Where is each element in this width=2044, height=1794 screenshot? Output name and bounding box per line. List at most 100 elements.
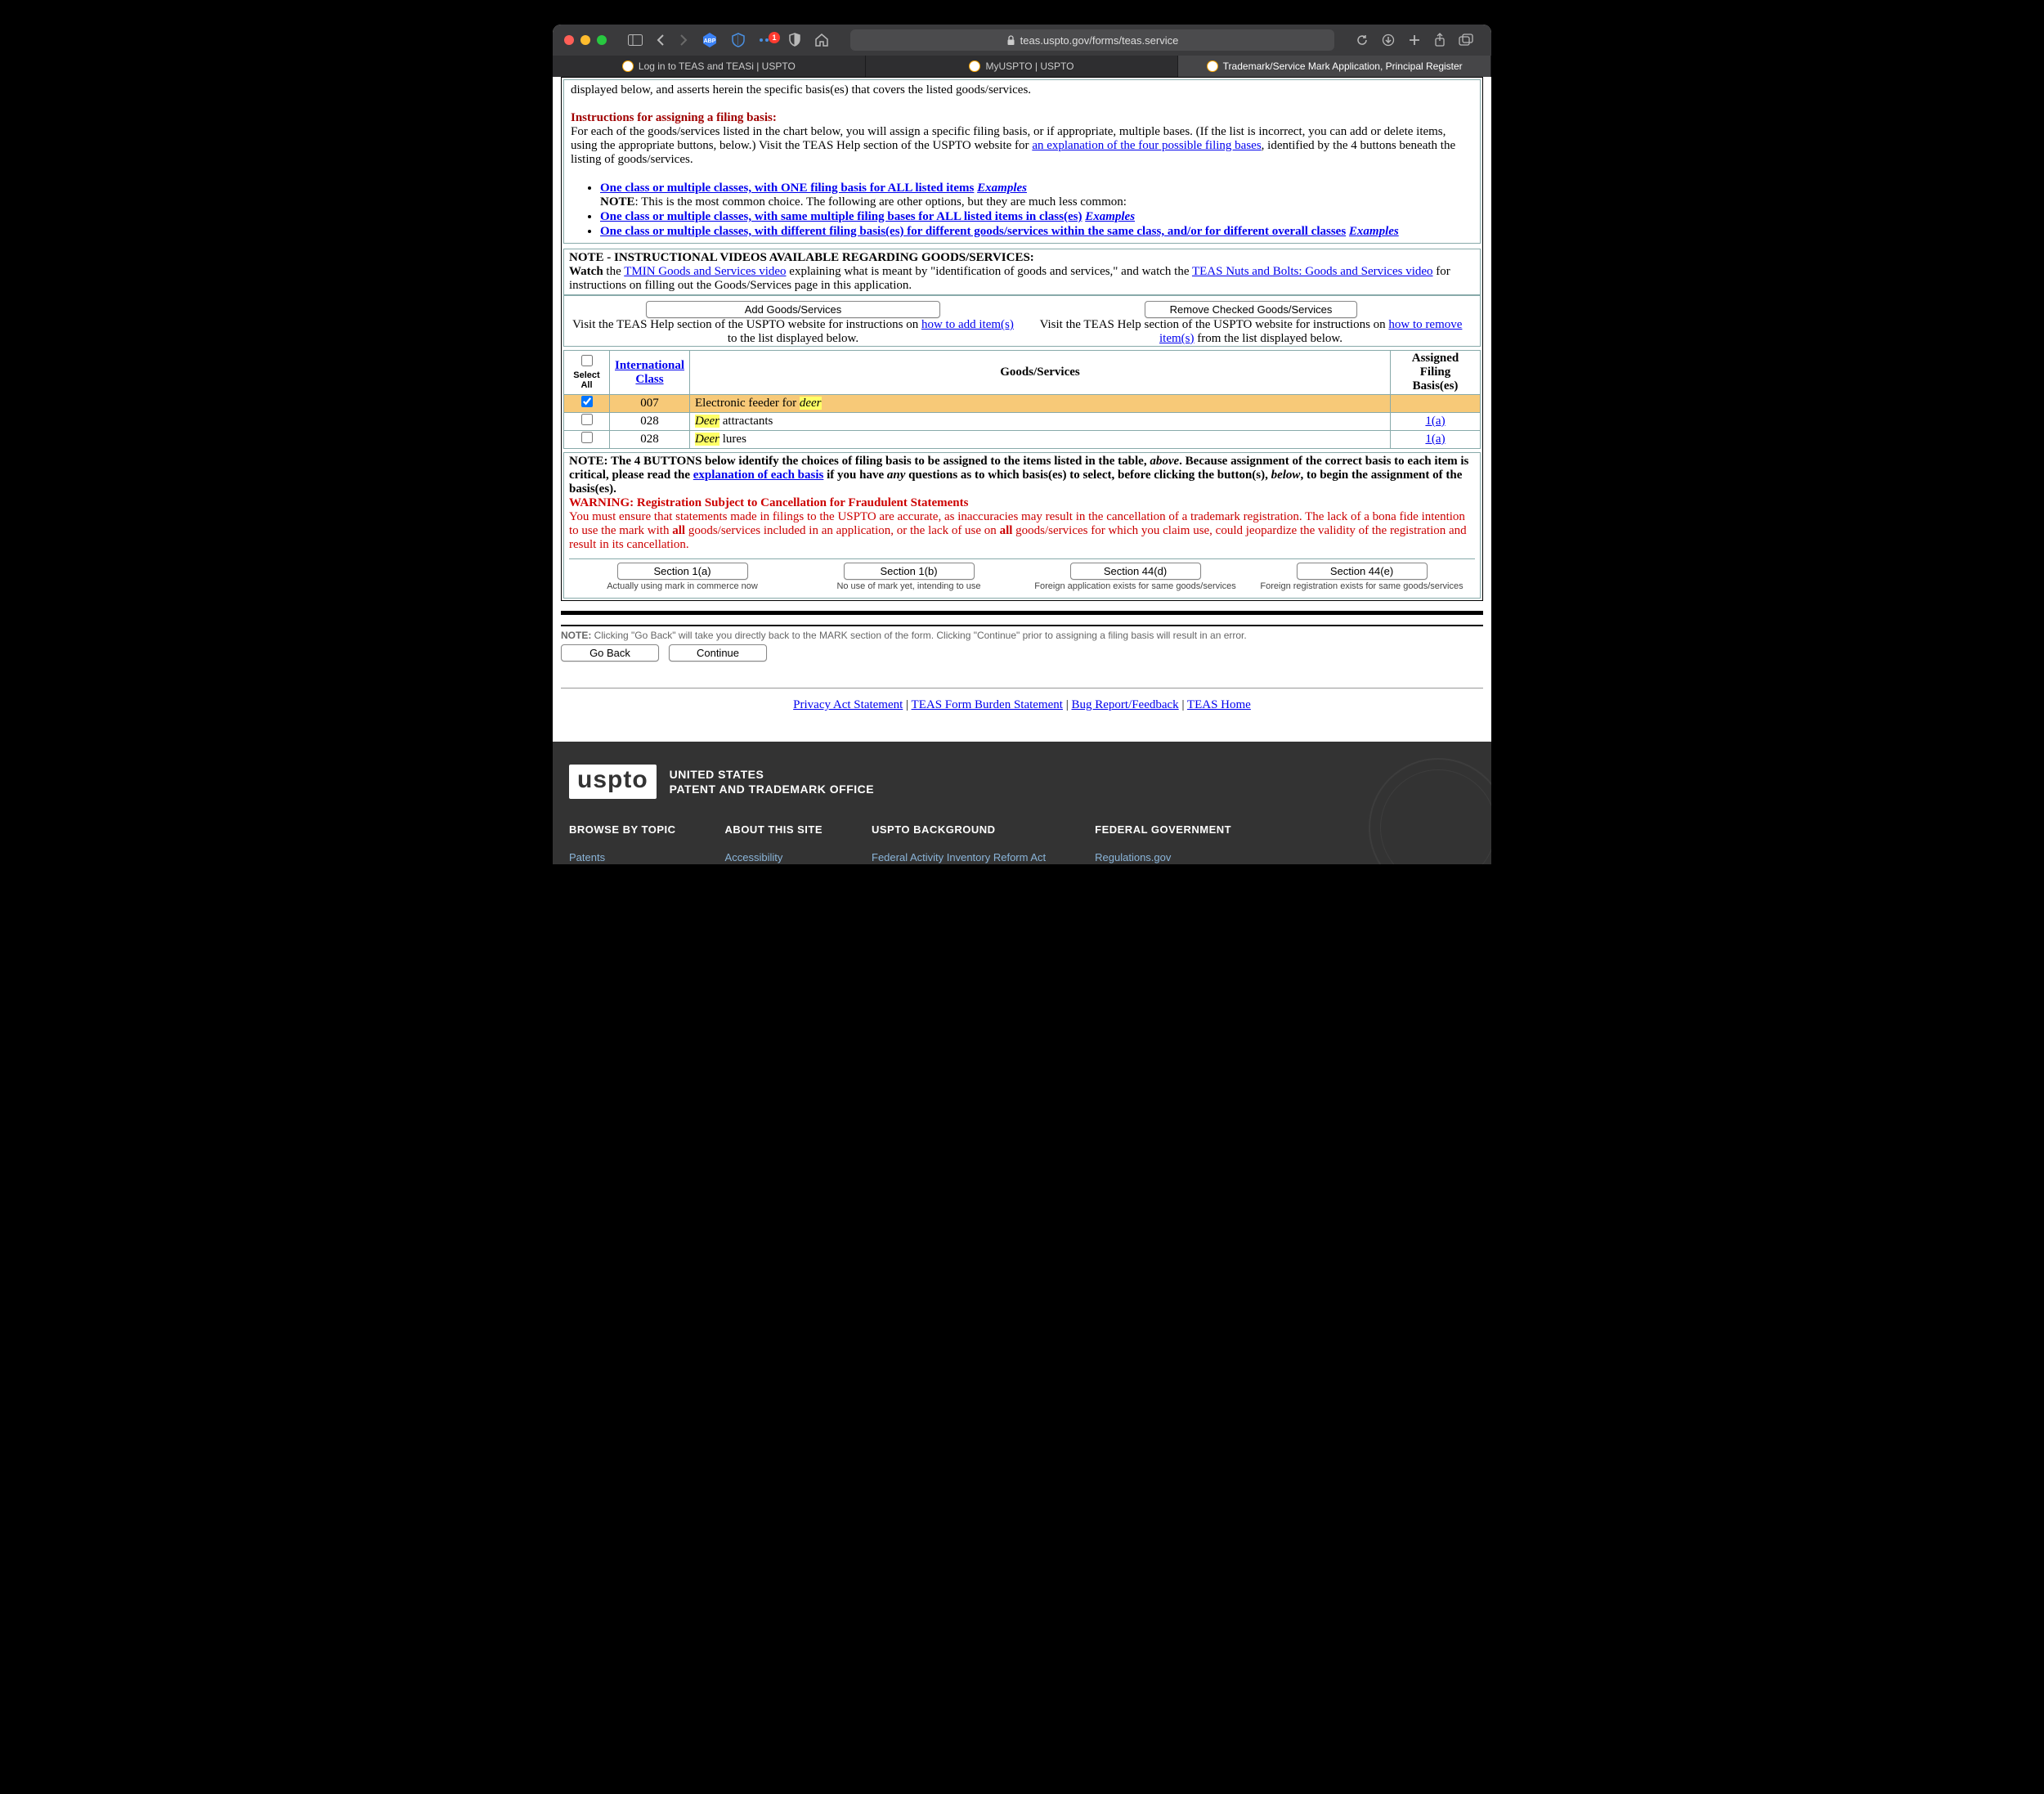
extension-badge: 1 <box>769 32 780 43</box>
filing-bases-explanation-link[interactable]: an explanation of the four possible fili… <box>1032 139 1261 152</box>
bug-report-link[interactable]: Bug Report/Feedback <box>1071 698 1178 711</box>
row-description: Deer attractants <box>690 413 1391 431</box>
footer-link[interactable]: Federal Activity Inventory Reform Act <box>872 851 1046 863</box>
row-checkbox[interactable] <box>581 414 593 425</box>
back-button[interactable] <box>656 34 666 46</box>
videos-note: NOTE - INSTRUCTIONAL VIDEOS AVAILABLE RE… <box>563 249 1481 295</box>
basis-button[interactable]: Section 44(e) <box>1297 563 1428 580</box>
address-bar[interactable]: teas.uspto.gov/forms/teas.service <box>850 29 1334 51</box>
row-class: 028 <box>610 413 690 431</box>
new-tab-icon[interactable] <box>1408 34 1421 47</box>
burden-statement-link[interactable]: TEAS Form Burden Statement <box>912 698 1063 711</box>
sidebar-toggle-icon[interactable] <box>628 34 643 46</box>
footer-column: FEDERAL GOVERNMENT Regulations.gov <box>1095 823 1231 864</box>
nav-note: NOTE: Clicking "Go Back" will take you d… <box>561 630 1483 641</box>
home-icon[interactable] <box>814 33 829 47</box>
instructions-para: For each of the goods/services listed in… <box>571 125 1473 167</box>
tab-teas-login[interactable]: Log in to TEAS and TEASi | USPTO <box>553 56 866 77</box>
tab-trademark-app[interactable]: Trademark/Service Mark Application, Prin… <box>1178 56 1491 77</box>
divider <box>561 625 1483 626</box>
share-icon[interactable] <box>1434 33 1446 47</box>
basis-subtext: No use of mark yet, intending to use <box>796 581 1022 591</box>
downloads-icon[interactable] <box>1382 34 1395 47</box>
intl-class-header-link[interactable]: International Class <box>615 359 684 386</box>
bullet-examples-2[interactable]: Examples <box>1085 210 1135 223</box>
tmin-video-link[interactable]: TMIN Goods and Services video <box>624 265 786 278</box>
explanation-basis-link[interactable]: explanation of each basis <box>693 469 824 482</box>
reload-icon[interactable] <box>1356 34 1369 47</box>
basis-button[interactable]: Section 1(a) <box>617 563 748 580</box>
tabs-overview-icon[interactable] <box>1459 34 1473 47</box>
row-checkbox[interactable] <box>581 432 593 443</box>
tab-myuspto[interactable]: MyUSPTO | USPTO <box>866 56 1179 77</box>
intro-tail-text: displayed below, and asserts herein the … <box>571 83 1473 97</box>
favicon-icon <box>1207 61 1218 72</box>
svg-text:ABP: ABP <box>704 38 716 44</box>
uspto-footer: uspto UNITED STATESPATENT AND TRADEMARK … <box>553 742 1491 864</box>
forward-button[interactable] <box>679 34 688 46</box>
table-row: 028Deer lures 1(a) <box>564 431 1481 449</box>
teas-nuts-video-link[interactable]: TEAS Nuts and Bolts: Goods and Services … <box>1192 265 1433 278</box>
warning-heading: WARNING: Registration Subject to Cancell… <box>569 496 1475 510</box>
basis-subtext: Foreign registration exists for same goo… <box>1248 581 1475 591</box>
footer-link[interactable]: Accessibility <box>725 851 783 863</box>
add-help-text: Visit the TEAS Help section of the USPTO… <box>571 318 1015 346</box>
add-goods-button[interactable]: Add Goods/Services <box>646 301 940 318</box>
divider <box>561 611 1483 615</box>
footer-col-heading: FEDERAL GOVERNMENT <box>1095 823 1231 836</box>
continue-button[interactable]: Continue <box>669 644 767 662</box>
bullet-link-2[interactable]: One class or multiple classes, with same… <box>600 210 1082 223</box>
shield-icon[interactable] <box>788 33 801 47</box>
browser-window: ABP 1 teas.uspto.gov/forms/teas.service <box>553 25 1491 864</box>
footer-column: ABOUT THIS SITEAccessibility <box>725 823 823 864</box>
row-checkbox[interactable] <box>581 396 593 407</box>
basis-link[interactable]: 1(a) <box>1425 433 1445 446</box>
goods-table: Select All International Class Goods/Ser… <box>563 350 1481 449</box>
basis-subtext: Actually using mark in commerce now <box>569 581 796 591</box>
how-to-add-link[interactable]: how to add item(s) <box>921 318 1014 331</box>
select-all-checkbox[interactable] <box>581 355 593 366</box>
goods-header: Goods/Services <box>690 351 1391 395</box>
basis-note-block: NOTE: The 4 BUTTONS below identify the c… <box>563 452 1481 599</box>
table-row: 007Electronic feeder for deer <box>564 395 1481 413</box>
remove-goods-button[interactable]: Remove Checked Goods/Services <box>1145 301 1357 318</box>
window-minimize-button[interactable] <box>580 35 590 45</box>
window-close-button[interactable] <box>564 35 574 45</box>
row-description: Electronic feeder for deer <box>690 395 1391 413</box>
footer-link[interactable]: Regulations.gov <box>1095 851 1171 863</box>
bullet-link-3[interactable]: One class or multiple classes, with diff… <box>600 225 1346 238</box>
footer-col-heading: USPTO BACKGROUND <box>872 823 1046 836</box>
teas-home-link[interactable]: TEAS Home <box>1187 698 1251 711</box>
basis-header: Assigned Filing Basis(es) <box>1391 351 1481 395</box>
go-back-button[interactable]: Go Back <box>561 644 659 662</box>
row-description: Deer lures <box>690 431 1391 449</box>
page-content: displayed below, and asserts herein the … <box>553 77 1491 712</box>
row-basis: 1(a) <box>1391 431 1481 449</box>
bullet-link-1[interactable]: One class or multiple classes, with ONE … <box>600 182 974 195</box>
bullet-examples-1[interactable]: Examples <box>977 182 1027 195</box>
window-zoom-button[interactable] <box>597 35 607 45</box>
basis-subtext: Foreign application exists for same good… <box>1022 581 1248 591</box>
tab-strip: Log in to TEAS and TEASi | USPTO MyUSPTO… <box>553 56 1491 77</box>
instructions-bullets: One class or multiple classes, with ONE … <box>600 182 1473 239</box>
basis-button[interactable]: Section 44(d) <box>1070 563 1201 580</box>
row-class: 028 <box>610 431 690 449</box>
row-basis <box>1391 395 1481 413</box>
basis-link[interactable]: 1(a) <box>1425 415 1445 428</box>
footer-col-heading: BROWSE BY TOPIC <box>569 823 676 836</box>
uspto-logo: uspto <box>569 765 657 799</box>
footer-link[interactable]: Patents <box>569 851 605 863</box>
privacy-shield-icon[interactable] <box>731 33 746 47</box>
row-basis: 1(a) <box>1391 413 1481 431</box>
row-class: 007 <box>610 395 690 413</box>
adblock-icon[interactable]: ABP <box>702 32 718 48</box>
basis-button[interactable]: Section 1(b) <box>844 563 975 580</box>
footer-links: Privacy Act Statement | TEAS Form Burden… <box>561 698 1483 712</box>
warning-text: You must ensure that statements made in … <box>569 510 1475 552</box>
extensions-icon[interactable]: 1 <box>759 37 775 43</box>
bullet-examples-3[interactable]: Examples <box>1349 225 1399 238</box>
uspto-name: UNITED STATESPATENT AND TRADEMARK OFFICE <box>670 767 874 796</box>
privacy-act-link[interactable]: Privacy Act Statement <box>793 698 903 711</box>
footer-column: BROWSE BY TOPIC Patents <box>569 823 676 864</box>
titlebar: ABP 1 teas.uspto.gov/forms/teas.service <box>553 25 1491 56</box>
